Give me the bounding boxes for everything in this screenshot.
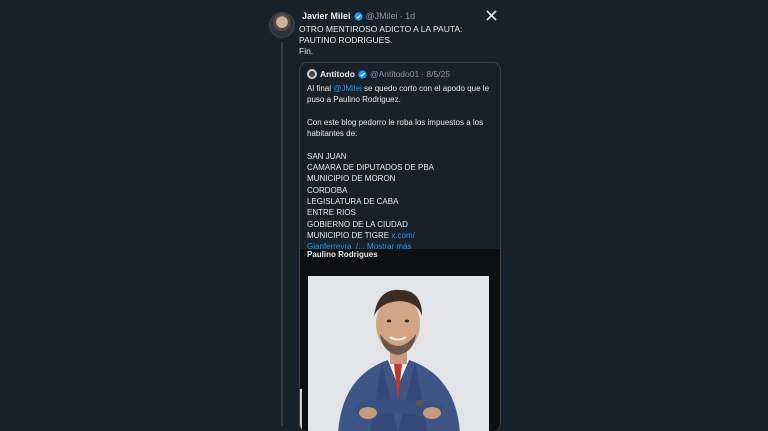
place-item: SAN JUAN [307, 151, 347, 161]
quote-paragraph: Al final @JMilei se quedo corto con el a… [307, 83, 493, 106]
places-list: SAN JUAN CAMARA DE DIPUTADOS DE PBA MUNI… [307, 151, 493, 253]
url-link[interactable]: x.com/ [391, 231, 415, 240]
place-item: MUNICIPIO DE TIGRE [307, 230, 392, 240]
place-item: CAMARA DE DIPUTADOS DE PBA [307, 163, 434, 173]
mention-link[interactable]: @JMilei [333, 84, 362, 93]
media-caption: Paulino Rodrigues [307, 250, 378, 259]
place-item: CORDOBA [307, 185, 348, 195]
portrait-image [308, 276, 489, 431]
tweet-text-line: Fin. [299, 46, 314, 56]
thread-line [281, 42, 283, 426]
place-item-with-link: MUNICIPIO DE TIGRE x.com/ [307, 230, 493, 241]
quote-author-avatar[interactable] [307, 69, 317, 79]
quote-text: Al final @JMilei se quedo corto con el a… [307, 83, 493, 252]
tweet-text: OTRO MENTIROSO ADICTO A LA PAUTA: PAUTIN… [299, 24, 462, 57]
media-photo[interactable] [308, 276, 489, 431]
tweet-header: Javier Milei @JMilei · 1d [302, 11, 415, 21]
place-item: MUNICIPIO DE MORON [307, 174, 396, 184]
tweet-text-line: PAUTINO RODRIGUES. [299, 35, 393, 45]
verified-badge-icon [358, 69, 367, 79]
quote-author-handle[interactable]: @Antitodo01 [370, 69, 419, 79]
verified-badge-icon [353, 11, 363, 21]
quote-text-span: Al final [307, 84, 334, 93]
quote-media[interactable]: Paulino Rodrigues [300, 249, 500, 431]
quote-paragraph: Con este blog pedorro le roba los impues… [307, 117, 484, 139]
media-edge [300, 389, 302, 431]
author-name[interactable]: Javier Milei [302, 11, 351, 21]
place-item: LEGISLATURA DE CABA [307, 196, 399, 206]
quote-header: Antitodo @Antitodo01 · 8/5/25 [307, 69, 450, 79]
author-avatar[interactable] [269, 12, 295, 38]
quoted-tweet[interactable]: Antitodo @Antitodo01 · 8/5/25 Al final @… [299, 62, 501, 431]
tweet-text-line: OTRO MENTIROSO ADICTO A LA PAUTA: [299, 24, 463, 34]
place-item: ENTRE RIOS [307, 208, 356, 218]
author-handle[interactable]: @JMilei [366, 11, 398, 21]
quote-time[interactable]: · 8/5/25 [421, 69, 450, 79]
x-logo-icon[interactable] [486, 10, 497, 21]
tweet-card[interactable]: Javier Milei @JMilei · 1d OTRO MENTIROSO… [266, 6, 506, 431]
quote-author-name[interactable]: Antitodo [320, 69, 355, 79]
tweet-time[interactable]: · 1d [400, 11, 416, 21]
place-item: GOBIERNO DE LA CIUDAD [307, 219, 408, 229]
